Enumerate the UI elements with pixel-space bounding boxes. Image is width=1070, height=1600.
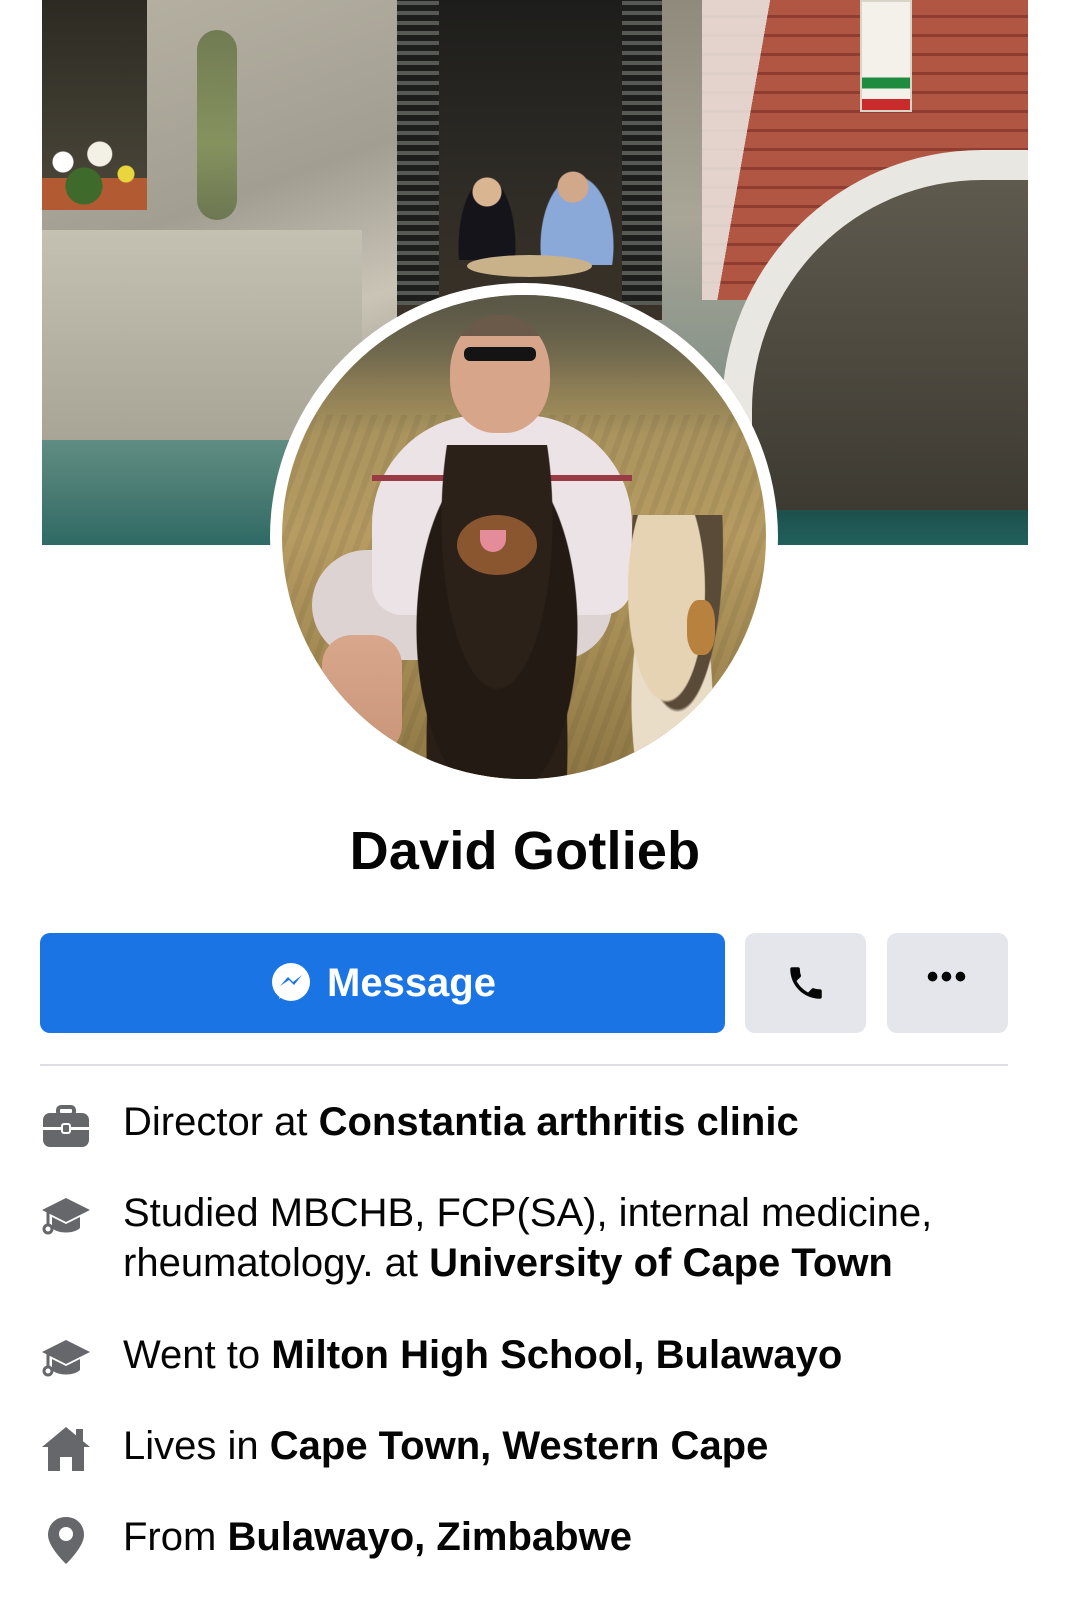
call-button[interactable] (745, 933, 866, 1033)
intro-text: Lives in Cape Town, Western Cape (123, 1424, 769, 1468)
more-options-button[interactable]: ••• (887, 933, 1008, 1033)
university-link[interactable]: University of Cape Town (429, 1241, 893, 1285)
graduation-cap-icon (42, 1198, 90, 1235)
message-button-label: Message (327, 960, 496, 1005)
location-pin-icon (48, 1517, 84, 1564)
workplace-link[interactable]: Constantia arthritis clinic (319, 1100, 799, 1144)
message-button[interactable]: Message (40, 933, 725, 1033)
graduation-cap-icon (42, 1340, 90, 1377)
more-dots-icon: ••• (926, 958, 969, 996)
messenger-icon (272, 963, 310, 1001)
briefcase-icon (43, 1105, 89, 1147)
intro-text: From Bulawayo, Zimbabwe (123, 1515, 632, 1559)
intro-text: Went to Milton High School, Bulawayo (123, 1333, 843, 1377)
divider (40, 1064, 1008, 1066)
intro-text: Studied MBCHB, FCP(SA), internal medicin… (123, 1191, 933, 1285)
intro-text: Director at Constantia arthritis clinic (123, 1100, 799, 1144)
school-link[interactable]: Milton High School, Bulawayo (271, 1333, 842, 1377)
profile-name: David Gotlieb (349, 821, 701, 881)
profile-picture[interactable] (270, 283, 778, 791)
home-icon (42, 1427, 90, 1471)
current-city-link[interactable]: Cape Town, Western Cape (270, 1424, 769, 1468)
hometown-link[interactable]: Bulawayo, Zimbabwe (227, 1515, 632, 1559)
phone-icon (789, 967, 822, 999)
